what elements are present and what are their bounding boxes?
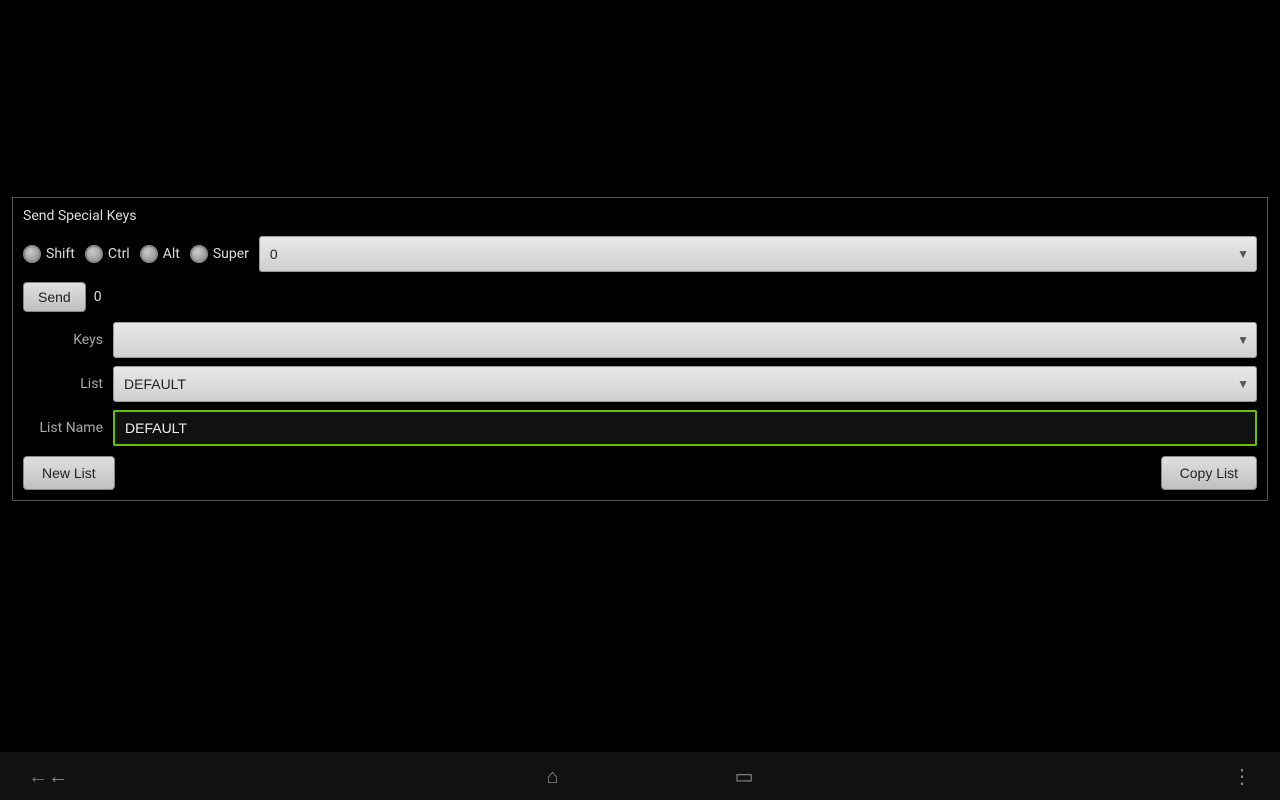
send-special-keys-panel: Send Special Keys Shift Ctrl Alt Super 0… (12, 197, 1268, 501)
nav-center-icons: ⌂ ▭ (539, 756, 762, 797)
keys-dropdown[interactable] (113, 322, 1257, 358)
ctrl-modifier: Ctrl (85, 245, 130, 263)
list-row: List DEFAULT ▼ (23, 366, 1257, 402)
navigation-bar: ← ⌂ ▭ ⋮ (0, 752, 1280, 800)
back-icon[interactable]: ← (20, 756, 76, 797)
home-icon[interactable]: ⌂ (539, 756, 567, 797)
super-label: Super (213, 246, 249, 262)
buttons-row: New List Copy List (23, 456, 1257, 490)
list-dropdown[interactable]: DEFAULT (113, 366, 1257, 402)
listname-input[interactable] (113, 410, 1257, 446)
keys-select-wrapper: ▼ (113, 322, 1257, 358)
alt-modifier: Alt (140, 245, 180, 263)
more-icon[interactable]: ⋮ (1224, 756, 1260, 796)
recents-icon[interactable]: ▭ (727, 756, 762, 796)
super-radio[interactable] (190, 245, 208, 263)
key-select-wrapper: 0123 4567 89 ▼ (259, 236, 1257, 272)
list-label: List (23, 376, 103, 392)
key-dropdown[interactable]: 0123 4567 89 (259, 236, 1257, 272)
ctrl-label: Ctrl (108, 246, 130, 262)
copy-list-button[interactable]: Copy List (1161, 456, 1257, 490)
panel-title: Send Special Keys (23, 208, 1257, 224)
list-select-wrapper: DEFAULT ▼ (113, 366, 1257, 402)
shift-label: Shift (46, 246, 75, 262)
shift-modifier: Shift (23, 245, 75, 263)
modifier-row: Shift Ctrl Alt Super 0123 4567 89 ▼ (23, 236, 1257, 272)
shift-radio[interactable] (23, 245, 41, 263)
super-modifier: Super (190, 245, 249, 263)
keys-row: Keys ▼ (23, 322, 1257, 358)
send-button[interactable]: Send (23, 282, 86, 312)
listname-row: List Name (23, 410, 1257, 446)
ctrl-radio[interactable] (85, 245, 103, 263)
keys-label: Keys (23, 332, 103, 348)
listname-label: List Name (23, 420, 103, 436)
new-list-button[interactable]: New List (23, 456, 115, 490)
alt-label: Alt (163, 246, 180, 262)
send-row: Send 0 (23, 282, 1257, 312)
alt-radio[interactable] (140, 245, 158, 263)
send-value-display: 0 (94, 289, 102, 305)
